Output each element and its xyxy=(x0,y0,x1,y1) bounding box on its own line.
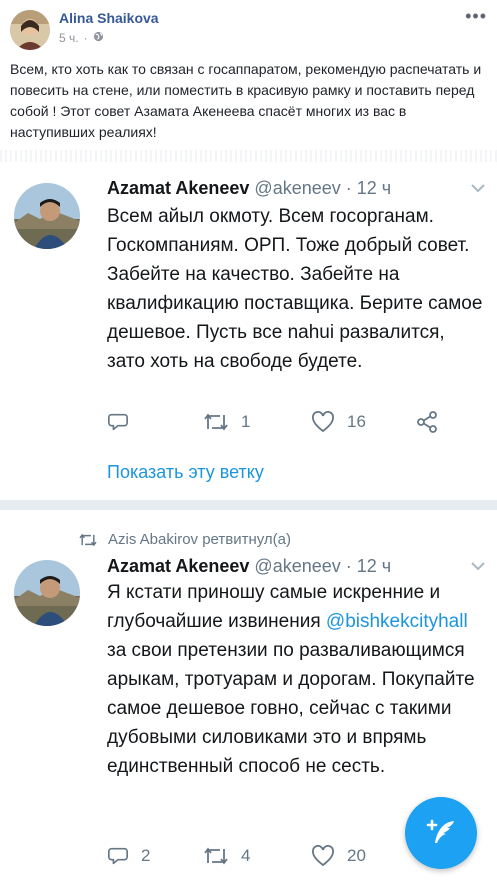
reply-button[interactable] xyxy=(107,411,203,433)
screenshot-edge xyxy=(0,150,497,162)
compose-tweet-button[interactable] xyxy=(405,797,477,869)
tweet-header: Azamat Akeneev @akeneev · 12 ч xyxy=(107,178,391,199)
tweet-avatar xyxy=(14,560,80,626)
chevron-down-icon[interactable] xyxy=(471,180,485,198)
tweet-time[interactable]: 12 ч xyxy=(357,178,391,198)
tweet-handle[interactable]: @akeneev xyxy=(254,178,340,198)
tweet-actions: 1 16 xyxy=(107,410,439,434)
like-count: 16 xyxy=(347,412,366,431)
separator-dot: · xyxy=(83,31,88,45)
author-name[interactable]: Alina Shaikova xyxy=(59,10,159,26)
like-count: 20 xyxy=(347,846,366,865)
retweeted-by: Azis Abakirov ретвитнул(а) xyxy=(78,531,291,548)
tweet-separator: · xyxy=(340,556,357,576)
like-button[interactable]: 16 xyxy=(311,411,415,433)
tweet-handle[interactable]: @akeneev xyxy=(254,556,340,576)
reply-icon xyxy=(108,413,128,431)
globe-icon xyxy=(93,31,104,45)
heart-icon xyxy=(312,411,334,433)
post-text: Всем, кто хоть как то связан с госаппара… xyxy=(10,61,482,140)
tweet-divider xyxy=(0,500,497,510)
post-time[interactable]: 5 ч. xyxy=(59,31,79,45)
more-options-icon[interactable]: ••• xyxy=(465,6,487,27)
tweet-screenshot: Azamat Akeneev @akeneev · 12 ч Всем айыл… xyxy=(0,150,497,884)
tweet-text: Всем айыл окмоту. Всем госорганам. Госко… xyxy=(107,206,483,372)
share-button[interactable] xyxy=(415,410,439,434)
retweet-button[interactable]: 4 xyxy=(203,845,311,867)
chevron-down-icon[interactable] xyxy=(471,558,485,576)
share-icon xyxy=(417,411,437,433)
reply-count: 2 xyxy=(141,846,151,865)
tweet-author-name[interactable]: Azamat Akeneev xyxy=(107,556,249,576)
tweet-author-name[interactable]: Azamat Akeneev xyxy=(107,178,249,198)
reply-icon xyxy=(108,847,128,865)
mention-link[interactable]: @bishkekcityhall xyxy=(326,611,468,632)
tweet-actions: 2 4 20 xyxy=(107,845,415,867)
tweet-text-end: за свои претензии по разваливающимся ары… xyxy=(107,640,475,777)
tweet-avatar xyxy=(14,183,80,249)
retweet-button[interactable]: 1 xyxy=(203,411,311,433)
retweet-count: 4 xyxy=(241,846,251,865)
show-thread-link[interactable]: Показать эту ветку xyxy=(107,462,264,483)
tweet-header: Azamat Akeneev @akeneev · 12 ч xyxy=(107,556,391,577)
reply-button[interactable]: 2 xyxy=(107,845,203,867)
heart-icon xyxy=(312,845,334,867)
author-avatar[interactable] xyxy=(10,10,50,50)
tweet-separator: · xyxy=(340,178,357,198)
tweet-text: Я кстати приношу самые искренние и глубо… xyxy=(107,578,487,781)
retweet-icon xyxy=(79,533,97,546)
compose-feather-icon xyxy=(426,819,454,843)
post-meta: 5 ч. · xyxy=(59,31,104,45)
like-button[interactable]: 20 xyxy=(311,845,415,867)
retweet-count: 1 xyxy=(241,412,251,431)
retweet-icon xyxy=(204,847,228,865)
retweet-icon xyxy=(204,413,228,431)
retweeted-by-text[interactable]: Azis Abakirov ретвитнул(а) xyxy=(108,531,291,548)
tweet-time[interactable]: 12 ч xyxy=(357,556,391,576)
post-header: Alina Shaikova 5 ч. · ••• xyxy=(0,0,497,52)
